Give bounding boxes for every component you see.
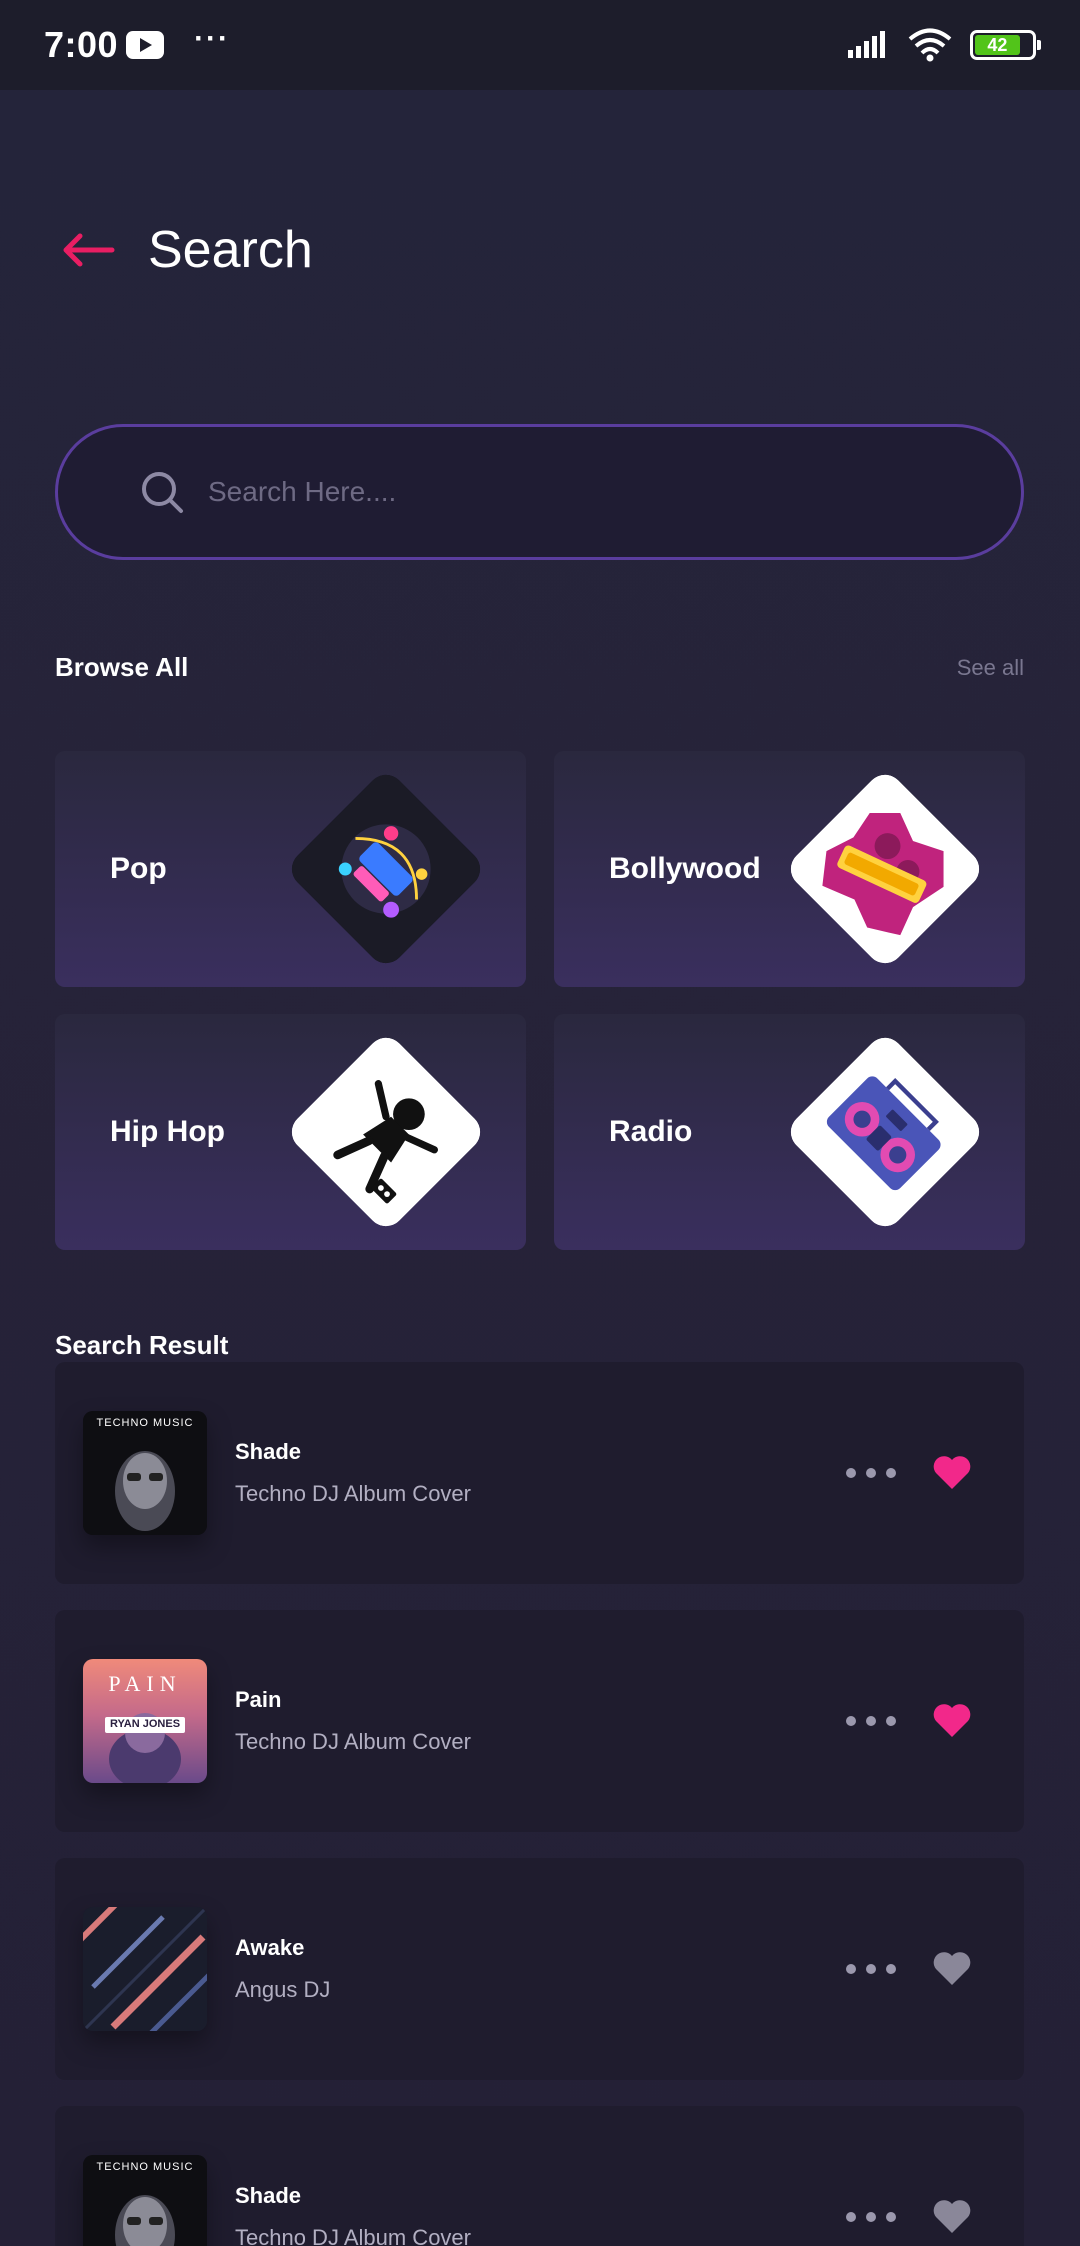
status-time: 7:00 [44, 24, 119, 65]
heart-icon[interactable] [932, 1703, 972, 1739]
search-icon [142, 472, 183, 513]
wifi-icon [908, 28, 952, 62]
song-title: Shade [235, 2183, 302, 2208]
radio-artwork [783, 1030, 987, 1234]
cover-text: TECHNO MUSIC [96, 2161, 194, 2173]
pop-artwork [284, 767, 488, 971]
category-card-radio[interactable]: Radio [554, 1014, 1025, 1250]
back-button[interactable] [58, 220, 118, 280]
search-result-header: Search Result [55, 1330, 1024, 1361]
battery-icon: 42 [970, 30, 1041, 60]
album-cover: TECHNO MUSIC [83, 2155, 207, 2246]
page-title: Search [148, 221, 313, 279]
cover-text: TECHNO MUSIC [96, 1417, 194, 1429]
search-bar[interactable] [55, 424, 1024, 560]
album-cover: PAIN RYAN JONES [83, 1659, 207, 1783]
page-header: Search [58, 220, 313, 280]
list-item[interactable]: TECHNO MUSIC Shade Techno DJ Album Cover [55, 1362, 1024, 1584]
heart-icon[interactable] [932, 1951, 972, 1987]
heart-icon[interactable] [932, 2199, 972, 2235]
more-options-button[interactable] [846, 1716, 896, 1726]
category-label: Bollywood [609, 852, 761, 885]
bollywood-artwork [783, 767, 987, 971]
cover-subtext: RYAN JONES [109, 1718, 181, 1730]
browse-all-header: Browse All See all [55, 652, 1024, 683]
album-cover [83, 1907, 207, 2031]
list-item[interactable]: TECHNO MUSIC Shade Techno DJ Album Cover [55, 2106, 1024, 2246]
song-subtitle: Techno DJ Album Cover [235, 1729, 471, 1754]
song-subtitle: Techno DJ Album Cover [235, 2225, 471, 2246]
category-label: Pop [110, 852, 167, 885]
signal-icon [848, 31, 885, 58]
song-subtitle: Angus DJ [235, 1977, 331, 2002]
arrow-left-icon [63, 233, 115, 267]
youtube-notification-icon [126, 31, 165, 59]
more-options-button[interactable] [846, 2212, 896, 2222]
category-card-pop[interactable]: Pop [55, 751, 526, 987]
album-cover: TECHNO MUSIC [83, 1411, 207, 1535]
list-item[interactable]: Awake Angus DJ [55, 1858, 1024, 2080]
more-options-button[interactable] [846, 1468, 896, 1478]
battery-level: 42 [975, 35, 1020, 55]
more-notifications-icon: ··· [194, 22, 231, 55]
more-options-button[interactable] [846, 1964, 896, 1974]
category-card-bollywood[interactable]: Bollywood [554, 751, 1025, 987]
see-all-link[interactable]: See all [957, 655, 1024, 681]
category-label: Hip Hop [110, 1115, 225, 1148]
status-bar: 7:00 ··· 42 [0, 0, 1080, 90]
search-input[interactable] [208, 476, 968, 508]
search-result-title: Search Result [55, 1330, 229, 1360]
category-label: Radio [609, 1115, 693, 1148]
category-card-hip-hop[interactable]: Hip Hop [55, 1014, 526, 1250]
song-title: Awake [235, 1935, 305, 1960]
cover-text: PAIN [108, 1671, 182, 1696]
browse-all-title: Browse All [55, 652, 189, 682]
heart-icon[interactable] [932, 1455, 972, 1491]
song-subtitle: Techno DJ Album Cover [235, 1481, 471, 1506]
hip-hop-artwork [284, 1030, 488, 1234]
song-title: Shade [235, 1439, 302, 1464]
list-item[interactable]: PAIN RYAN JONES Pain Techno DJ Album Cov… [55, 1610, 1024, 1832]
song-title: Pain [235, 1687, 282, 1712]
